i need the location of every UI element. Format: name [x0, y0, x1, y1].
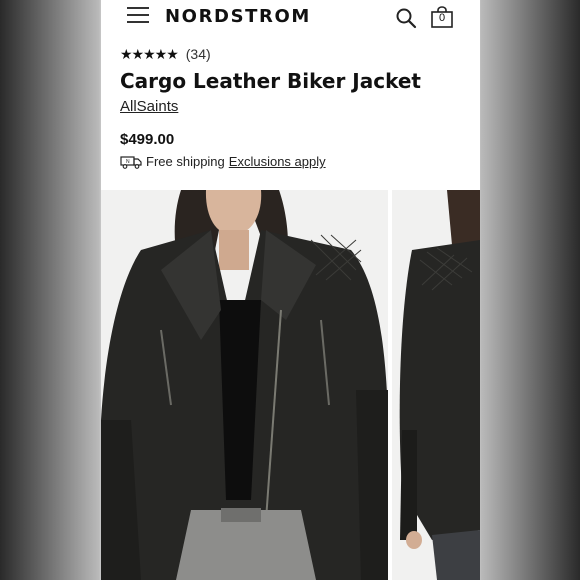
shopping-bag-icon[interactable]: 0: [430, 6, 454, 28]
review-count[interactable]: (34): [186, 46, 211, 62]
free-shipping-text: Free shipping: [146, 154, 225, 169]
product-image-back[interactable]: [392, 190, 480, 580]
product-price: $499.00: [120, 131, 175, 148]
product-rating[interactable]: ★★★★★ (34): [120, 45, 211, 63]
rating-stars: ★★★★★: [120, 45, 179, 62]
site-header: NORDSTROM 0: [101, 0, 480, 34]
exclusions-link[interactable]: Exclusions apply: [229, 154, 326, 169]
phone-screen: NORDSTROM 0 ★★★★★ (34) Cargo Leather Bik…: [101, 0, 480, 580]
product-brand-link[interactable]: AllSaints: [120, 98, 178, 115]
search-icon[interactable]: [395, 7, 417, 29]
product-title: Cargo Leather Biker Jacket: [120, 69, 421, 93]
brand-logo[interactable]: NORDSTROM: [165, 6, 311, 27]
bag-count: 0: [438, 12, 446, 24]
hamburger-icon[interactable]: [127, 7, 149, 23]
svg-text:N: N: [126, 159, 130, 165]
product-image-front[interactable]: [101, 190, 388, 580]
truck-icon: N: [120, 155, 142, 169]
shipping-info: N Free shipping Exclusions apply: [120, 154, 326, 169]
